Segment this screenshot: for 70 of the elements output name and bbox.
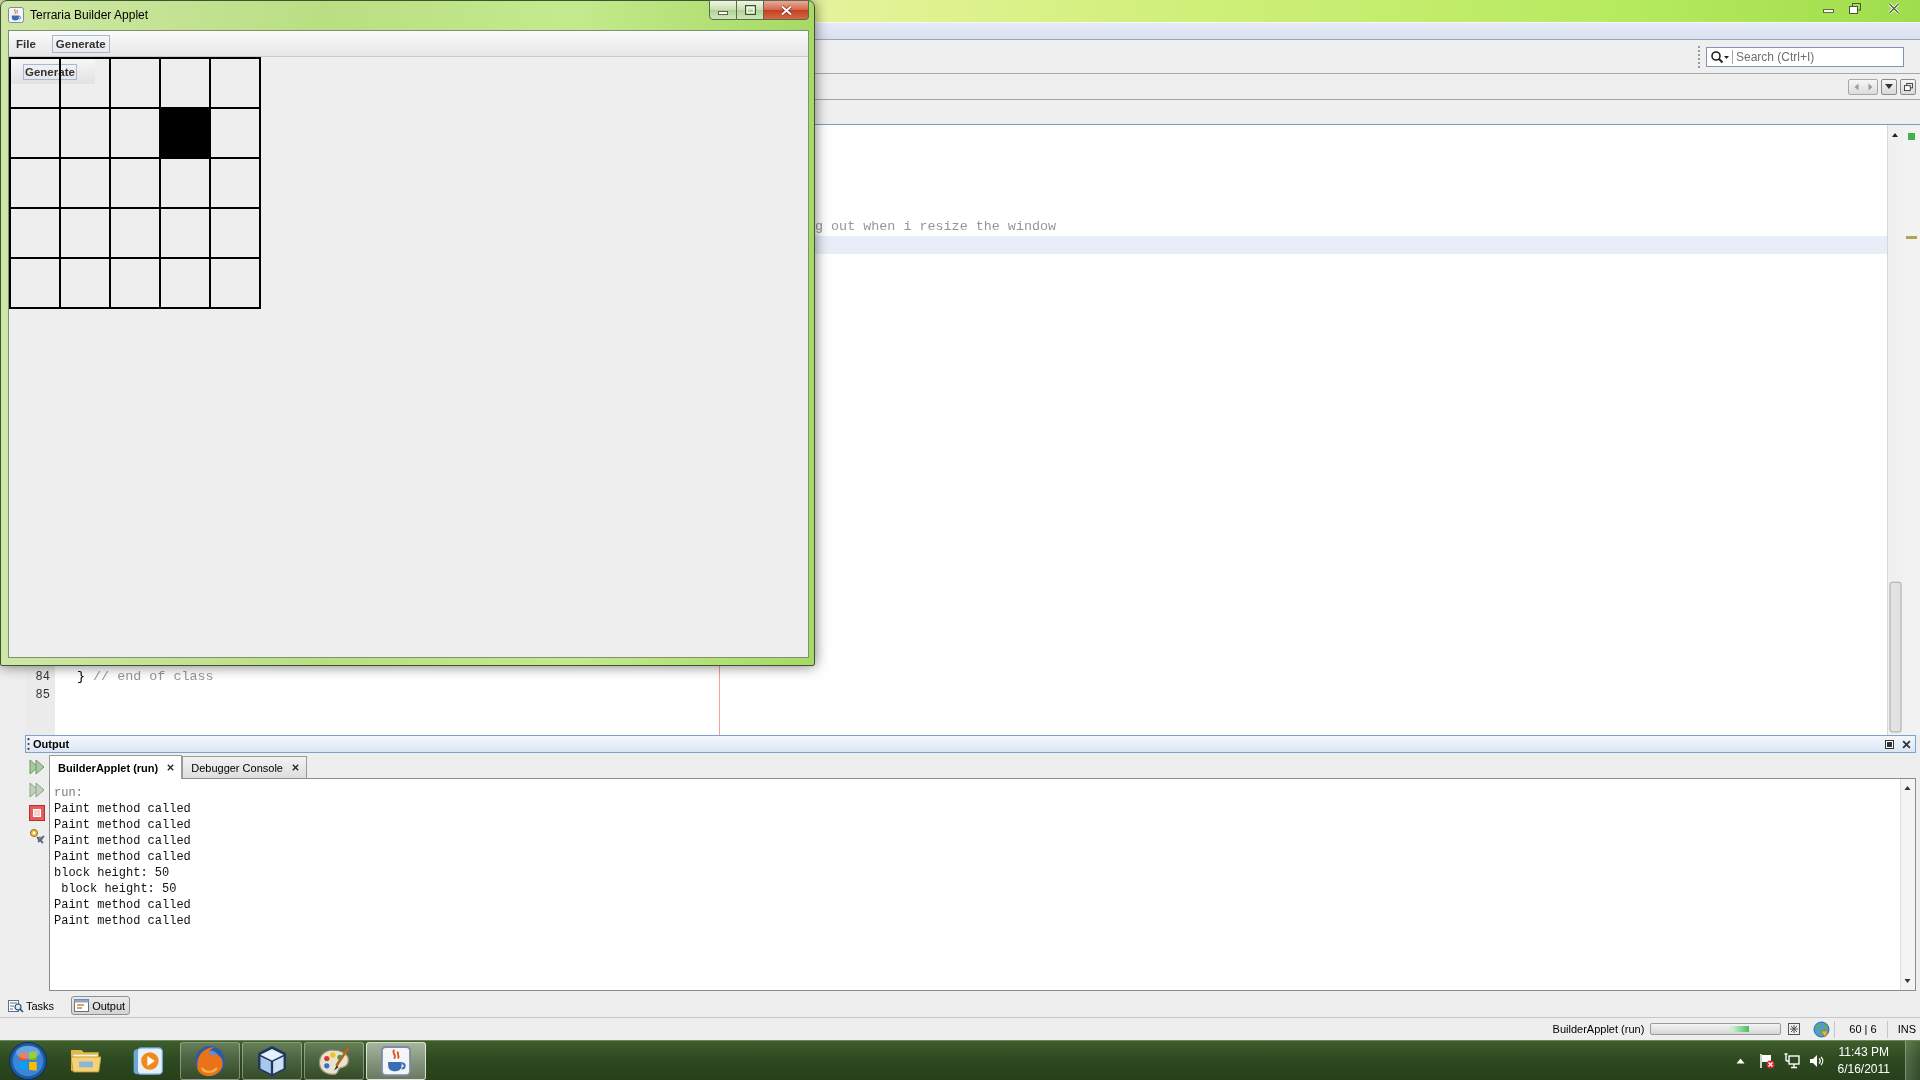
menu-item[interactable]: File [12, 34, 40, 53]
list-magnifier-icon [8, 998, 24, 1013]
vertical-scrollbar[interactable] [1887, 125, 1903, 735]
cup-icon [381, 1045, 411, 1076]
console-line: Paint method called [54, 801, 191, 817]
search-icon[interactable] [1710, 49, 1730, 64]
panel-toggle-button[interactable]: Output [71, 996, 131, 1015]
close-icon[interactable] [291, 764, 299, 771]
caret-position: 60 | 6 [1849, 1023, 1877, 1035]
insert-mode: INS [1897, 1023, 1916, 1035]
stop-icon[interactable] [29, 805, 45, 821]
globe-icon [195, 1045, 225, 1076]
code-line: g out when i resize the window [815, 218, 1057, 236]
caret-icon[interactable] [1885, 84, 1893, 89]
console-line: Paint method called [54, 849, 191, 865]
cancel-icon[interactable] [1788, 1023, 1801, 1035]
maximize-button[interactable] [737, 0, 764, 20]
globe-icon[interactable] [1813, 1020, 1831, 1038]
cup-icon [8, 7, 24, 23]
window-title: Terraria Builder Applet [30, 8, 149, 22]
console-line: Paint method called [54, 913, 191, 929]
panel-toggle-button[interactable]: Tasks [5, 996, 60, 1015]
console-line: block height: 50 [54, 865, 170, 881]
palette-icon [319, 1045, 349, 1076]
code-line: } // end of class [77, 668, 214, 686]
line-number: 85 [34, 687, 51, 704]
line-marker-icon[interactable] [1906, 236, 1917, 239]
close-icon [779, 4, 793, 16]
close-icon[interactable] [167, 764, 175, 771]
panel-title: Output [33, 738, 71, 750]
console-line: run: [54, 785, 83, 801]
play-icon [133, 1045, 163, 1076]
grip-handle-icon[interactable] [27, 738, 30, 750]
minimize-icon [1822, 9, 1834, 13]
search-box[interactable]: Search (Ctrl+I) [1706, 46, 1904, 67]
output-tab[interactable]: Debugger Console [182, 756, 307, 778]
console-window-icon [74, 998, 91, 1013]
clock-time: 11:43 PM [1838, 1043, 1889, 1061]
console-line: block height: 50 [60, 881, 177, 897]
network-icon[interactable] [1783, 1052, 1800, 1069]
status-task-name: BuilderApplet (run) [1552, 1023, 1645, 1035]
vertical-scrollbar[interactable] [1900, 779, 1915, 990]
taskbar-button[interactable] [304, 1041, 364, 1080]
fast-forward-icon[interactable] [29, 759, 45, 775]
orb-icon [9, 1041, 47, 1080]
console-line: Paint method called [54, 833, 191, 849]
close-button[interactable] [764, 0, 809, 20]
restore-window-icon[interactable] [1903, 82, 1913, 91]
status-marker-icon [1908, 133, 1915, 140]
line-number: 84 [34, 669, 51, 686]
menu-item[interactable]: Generate [51, 34, 110, 53]
flag-icon[interactable] [1758, 1052, 1775, 1069]
taskbar-button[interactable] [242, 1041, 302, 1080]
up-arrow-icon[interactable] [1735, 1057, 1745, 1064]
taskbar-button[interactable] [366, 1041, 426, 1080]
close-icon[interactable] [1902, 739, 1911, 749]
minimize-icon [718, 10, 728, 15]
close-icon [1888, 2, 1900, 14]
cube-icon [257, 1045, 287, 1076]
console-line: Paint method called [54, 897, 191, 913]
clock-date: 6/16/2011 [1837, 1060, 1890, 1078]
output-tab[interactable]: BuilderApplet (run) [49, 755, 183, 779]
restore-icon [1849, 2, 1861, 14]
minimize-button[interactable] [709, 0, 737, 20]
search-field[interactable]: Search (Ctrl+I) [1732, 49, 1903, 64]
console-line: Paint method called [54, 817, 191, 833]
maximize-icon[interactable] [1885, 739, 1894, 749]
tools-icon[interactable] [29, 828, 45, 844]
show-desktop-button[interactable] [1905, 1041, 1920, 1080]
maximize-icon [744, 5, 756, 15]
